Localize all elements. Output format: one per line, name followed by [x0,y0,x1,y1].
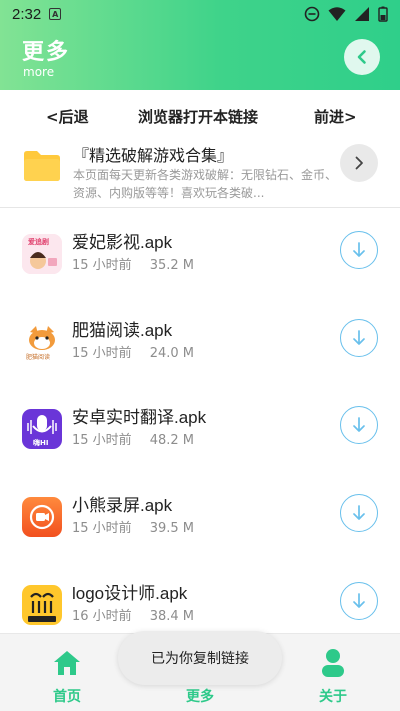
collection-folder-item[interactable]: 『精选破解游戏合集』 本页面每天更新各类游戏破解：无限钻石、金币、资源、内购版等… [0,136,400,208]
user-icon [322,649,344,677]
tab-more-label: 更多 [186,689,214,705]
notification-icon: A [49,8,62,20]
app-icon-logo-designer [22,585,62,625]
header-back-button[interactable] [344,39,380,75]
file-meta: 15 小时前 48.2 M [72,429,194,448]
list-item[interactable]: 肥猫阅读 肥猫阅读.apk 15 小时前 24.0 M [0,319,400,410]
page-header: 更多 more [0,28,400,90]
download-button[interactable] [340,494,378,532]
nav-back-link[interactable]: <后退 [46,106,89,127]
file-meta: 16 小时前 38.4 M [72,605,194,624]
file-name: 安卓实时翻译.apk [72,408,207,427]
download-button[interactable] [340,319,378,357]
app-icon-screen-recorder [22,497,62,537]
file-size: 39.5 M [149,521,194,536]
file-size: 24.0 M [149,346,194,361]
list-item[interactable]: 小熊录屏.apk 15 小时前 39.5 M [0,494,400,585]
tab-home-label: 首页 [53,689,81,705]
file-meta: 15 小时前 39.5 M [72,517,194,536]
browser-nav-row: <后退 浏览器打开本链接 前进> [0,100,400,134]
download-arrow-icon [353,593,365,608]
collection-description: 本页面每天更新各类游戏破解：无限钻石、金币、资源、内购版等等！喜欢玩各类破... [73,168,338,200]
file-name: 肥猫阅读.apk [72,321,173,340]
open-in-browser-link[interactable]: 浏览器打开本链接 [138,106,258,127]
app-icon-aifei: 爱追剧 [22,234,62,274]
file-name: 爱妃影视.apk [72,233,173,252]
tab-home[interactable]: 首页 [27,646,107,706]
file-time: 15 小时前 [72,433,132,448]
file-name: 小熊录屏.apk [72,496,173,515]
status-bar: 2:32 A [0,0,400,28]
open-collection-button[interactable] [340,144,378,182]
file-time: 15 小时前 [72,258,132,273]
dnd-icon [304,6,320,22]
status-time: 2:32 [12,5,42,23]
signal-icon [355,7,369,21]
file-time: 15 小时前 [72,346,132,361]
download-arrow-icon [353,417,365,432]
download-arrow-icon [353,242,365,257]
app-icon-feimao: 肥猫阅读 [22,322,62,362]
chevron-left-icon [357,50,366,64]
folder-icon [24,151,60,181]
toast-message: 已为你复制链接 [118,631,282,685]
file-size: 35.2 M [149,258,194,273]
page-title: 更多 [22,40,71,65]
app-icon-translate: 嗨HI [22,409,62,449]
download-button[interactable] [340,231,378,269]
wifi-icon [328,7,346,21]
page-subtitle: more [23,65,55,79]
chevron-right-icon [355,156,363,170]
file-time: 16 小时前 [72,609,132,624]
file-time: 15 小时前 [72,521,132,536]
download-arrow-icon [353,330,365,345]
app-icon-label: 肥猫阅读 [26,354,51,361]
home-icon [54,651,80,675]
nav-forward-link[interactable]: 前进> [314,106,357,127]
battery-icon [378,6,388,22]
list-item[interactable]: 爱追剧 爱妃影视.apk 15 小时前 35.2 M [0,231,400,322]
tab-about-label: 关于 [319,689,347,705]
tab-about[interactable]: 关于 [293,646,373,706]
app-icon-label: 嗨HI [33,439,49,447]
download-button[interactable] [340,406,378,444]
download-button[interactable] [340,582,378,620]
collection-title: 『精选破解游戏合集』 [73,146,234,165]
file-meta: 15 小时前 24.0 M [72,342,194,361]
app-icon-label: 爱追剧 [28,238,49,246]
status-icons [304,6,388,22]
file-name: logo设计师.apk [72,584,188,603]
list-item[interactable]: 嗨HI 安卓实时翻译.apk 15 小时前 48.2 M [0,406,400,497]
file-size: 48.2 M [149,433,194,448]
file-meta: 15 小时前 35.2 M [72,254,194,273]
download-arrow-icon [353,505,365,520]
file-size: 38.4 M [149,609,194,624]
